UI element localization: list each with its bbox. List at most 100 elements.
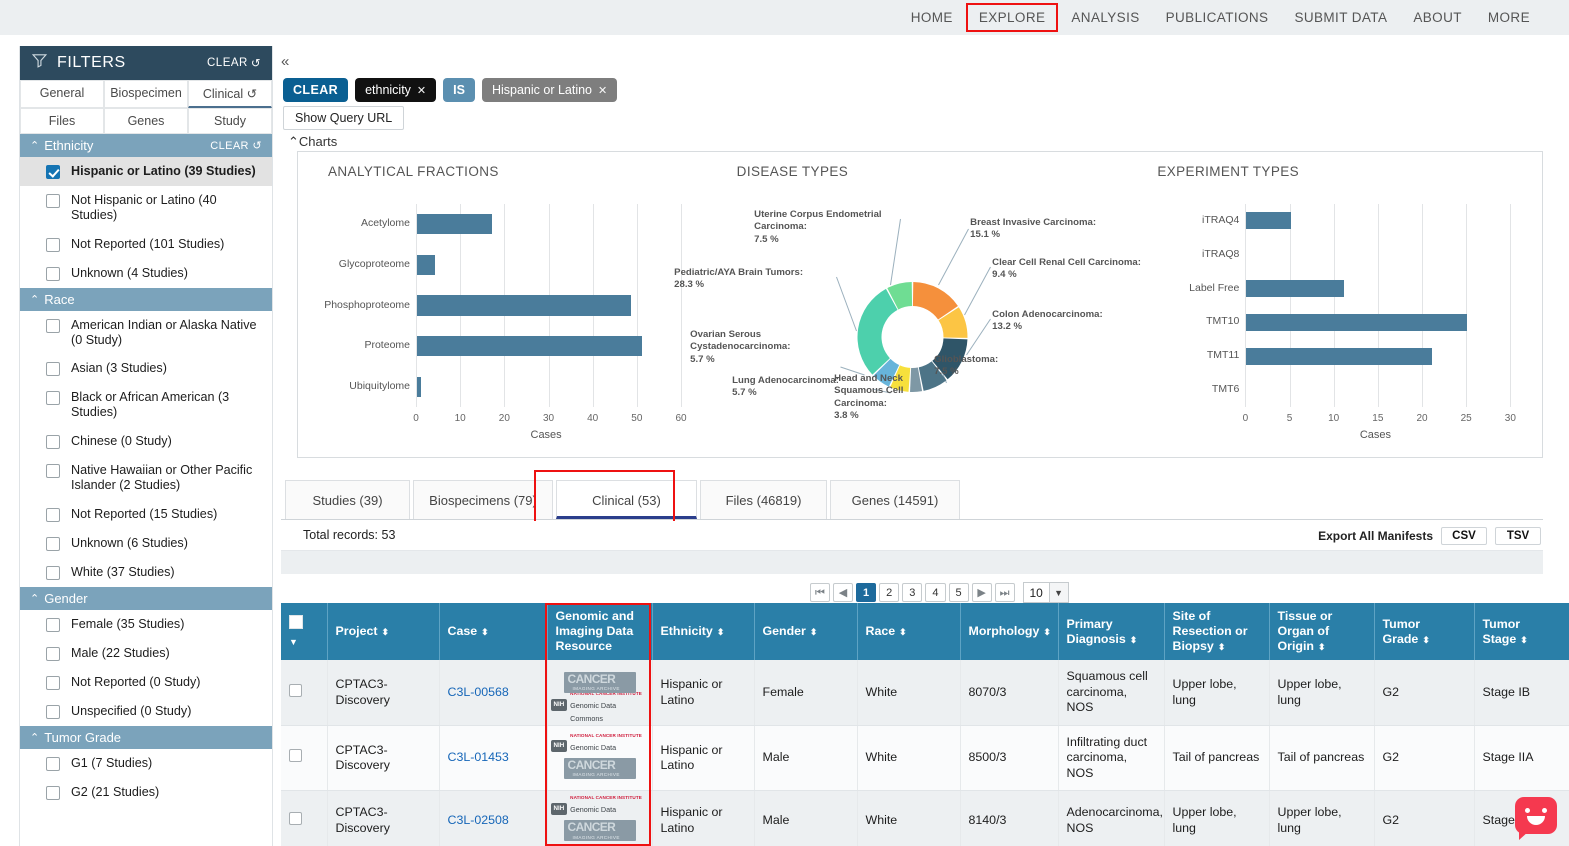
- column-header-gender[interactable]: Gender⬍: [754, 603, 857, 660]
- case-link[interactable]: C3L-02508: [448, 813, 509, 827]
- next-page-button[interactable]: ▶: [972, 583, 992, 602]
- filter-checkbox[interactable]: [46, 391, 60, 405]
- filter-checkbox[interactable]: [46, 786, 60, 800]
- filters-clear-button[interactable]: CLEAR ↺: [207, 56, 261, 70]
- filter-option[interactable]: Hispanic or Latino (39 Studies): [20, 157, 272, 186]
- section-clear-button[interactable]: CLEAR ↺: [210, 139, 262, 152]
- data-tab-biospecimens[interactable]: Biospecimens (79): [413, 480, 553, 519]
- sort-icon[interactable]: ⬍: [382, 627, 389, 637]
- column-header-tumor-grade[interactable]: Tumor Grade⬍: [1374, 603, 1474, 660]
- filter-option[interactable]: Not Reported (0 Study): [20, 668, 272, 697]
- filter-option[interactable]: Unspecified (0 Study): [20, 697, 272, 726]
- first-page-button[interactable]: ⏮: [810, 583, 830, 602]
- table-row[interactable]: CPTAC3-Discovery C3L-00568 CANCER IMAGIN…: [281, 660, 1569, 725]
- last-page-button[interactable]: ⏭: [995, 583, 1015, 602]
- column-header-ethnicity[interactable]: Ethnicity⬍: [652, 603, 754, 660]
- select-all-checkbox[interactable]: [289, 615, 303, 629]
- table-row[interactable]: CPTAC3-Discovery C3L-02508 NIH NATIONAL …: [281, 791, 1569, 846]
- filter-section-header[interactable]: ⌃ Ethnicity CLEAR ↺: [20, 134, 272, 157]
- nav-link-submit-data[interactable]: SUBMIT DATA: [1281, 3, 1400, 32]
- page-button-5[interactable]: 5: [949, 583, 969, 602]
- filter-option[interactable]: Female (35 Studies): [20, 610, 272, 639]
- page-button-2[interactable]: 2: [879, 583, 899, 602]
- row-checkbox[interactable]: [289, 749, 302, 762]
- filter-checkbox[interactable]: [46, 435, 60, 449]
- filter-tab-general[interactable]: General: [20, 80, 104, 108]
- row-select-cell[interactable]: [281, 725, 327, 791]
- filter-checkbox[interactable]: [46, 618, 60, 632]
- filter-checkbox[interactable]: [46, 537, 60, 551]
- column-header-tumor-stage[interactable]: Tumor Stage⬍: [1474, 603, 1569, 660]
- filter-checkbox[interactable]: [46, 676, 60, 690]
- filter-checkbox[interactable]: [46, 319, 60, 333]
- sort-icon[interactable]: ⬍: [1520, 635, 1527, 645]
- filter-option[interactable]: Not Reported (101 Studies): [20, 230, 272, 259]
- page-button-4[interactable]: 4: [925, 583, 945, 602]
- charts-collapse-toggle[interactable]: ⌃Charts: [288, 134, 337, 150]
- query-field-pill[interactable]: ethnicity✕: [355, 78, 436, 102]
- case-link[interactable]: C3L-01453: [448, 750, 509, 764]
- filter-checkbox[interactable]: [46, 566, 60, 580]
- sort-icon[interactable]: ⬍: [810, 627, 817, 637]
- filter-checkbox[interactable]: [46, 194, 60, 208]
- filter-option[interactable]: Not Hispanic or Latino (40 Studies): [20, 186, 272, 230]
- filter-option[interactable]: Unknown (6 Studies): [20, 529, 272, 558]
- nav-link-about[interactable]: ABOUT: [1400, 3, 1475, 32]
- filter-option[interactable]: American Indian or Alaska Native (0 Stud…: [20, 311, 272, 355]
- page-button-3[interactable]: 3: [902, 583, 922, 602]
- column-header-genomic-and-imaging-data-resource[interactable]: Genomic and Imaging Data Resource: [547, 603, 652, 660]
- filter-tab-files[interactable]: Files: [20, 108, 104, 134]
- column-header-morphology[interactable]: Morphology⬍: [960, 603, 1058, 660]
- export-all-tsv-button[interactable]: TSV: [1495, 527, 1541, 545]
- cell-case[interactable]: C3L-02508: [439, 791, 547, 846]
- filter-option[interactable]: Male (22 Studies): [20, 639, 272, 668]
- filter-option[interactable]: White (37 Studies): [20, 558, 272, 587]
- filter-option[interactable]: Asian (3 Studies): [20, 354, 272, 383]
- nav-link-explore[interactable]: EXPLORE: [966, 3, 1059, 32]
- cell-case[interactable]: C3L-01453: [439, 725, 547, 791]
- sort-icon[interactable]: ⬍: [1218, 642, 1225, 652]
- row-checkbox[interactable]: [289, 684, 302, 697]
- collapse-sidebar-button[interactable]: «: [281, 53, 289, 70]
- filter-option[interactable]: Not Reported (15 Studies): [20, 500, 272, 529]
- page-size-select[interactable]: 10 ▼: [1023, 582, 1069, 603]
- filter-section-header[interactable]: ⌃ Race: [20, 288, 272, 311]
- column-header-project[interactable]: Project⬍: [327, 603, 439, 660]
- chevron-down-icon[interactable]: ▼: [1050, 582, 1069, 603]
- cell-genomic-imaging-resource[interactable]: CANCER IMAGING ARCHIVE NIH NATIONAL CANC…: [547, 660, 652, 725]
- case-link[interactable]: C3L-00568: [448, 685, 509, 699]
- sort-icon[interactable]: ⬍: [1130, 635, 1137, 645]
- column-header-case[interactable]: Case⬍: [439, 603, 547, 660]
- filter-tab-genes[interactable]: Genes: [104, 108, 188, 134]
- filter-checkbox[interactable]: [46, 508, 60, 522]
- cell-genomic-imaging-resource[interactable]: NIH NATIONAL CANCER INSTITUTE Genomic Da…: [547, 791, 652, 846]
- query-value-pill[interactable]: Hispanic or Latino✕: [482, 78, 617, 102]
- column-header-tissue-or-organ-of-origin[interactable]: Tissue or Organ of Origin⬍: [1269, 603, 1374, 660]
- filter-tab-biospecimen[interactable]: Biospecimen: [104, 80, 188, 108]
- filter-checkbox[interactable]: [46, 362, 60, 376]
- sort-icon[interactable]: ⬍: [1043, 627, 1050, 637]
- sort-icon[interactable]: ⬍: [1422, 635, 1429, 645]
- nav-link-home[interactable]: HOME: [898, 3, 966, 32]
- filter-checkbox[interactable]: [46, 464, 60, 478]
- column-header-primary-diagnosis[interactable]: Primary Diagnosis⬍: [1058, 603, 1164, 660]
- filter-option[interactable]: Chinese (0 Study): [20, 427, 272, 456]
- filter-option[interactable]: G1 (7 Studies): [20, 749, 272, 778]
- row-select-cell[interactable]: [281, 791, 327, 846]
- column-header-race[interactable]: Race⬍: [857, 603, 960, 660]
- sort-icon[interactable]: ⬍: [481, 627, 488, 637]
- page-button-1[interactable]: 1: [856, 583, 876, 602]
- data-tab-genes[interactable]: Genes (14591): [830, 480, 960, 519]
- prev-page-button[interactable]: ◀: [833, 583, 853, 602]
- sort-icon[interactable]: ⬍: [1318, 642, 1325, 652]
- filter-checkbox[interactable]: [46, 705, 60, 719]
- nav-link-more[interactable]: MORE: [1475, 3, 1543, 32]
- show-query-url-button[interactable]: Show Query URL: [283, 106, 404, 130]
- nav-link-analysis[interactable]: ANALYSIS: [1058, 3, 1152, 32]
- filter-option[interactable]: Unknown (4 Studies): [20, 259, 272, 288]
- data-tab-studies[interactable]: Studies (39): [285, 480, 410, 519]
- remove-field-icon[interactable]: ✕: [417, 85, 426, 97]
- chevron-down-icon[interactable]: ▼: [289, 637, 319, 648]
- sort-icon[interactable]: ⬍: [717, 627, 724, 637]
- table-row[interactable]: CPTAC3-Discovery C3L-01453 NIH NATIONAL …: [281, 725, 1569, 791]
